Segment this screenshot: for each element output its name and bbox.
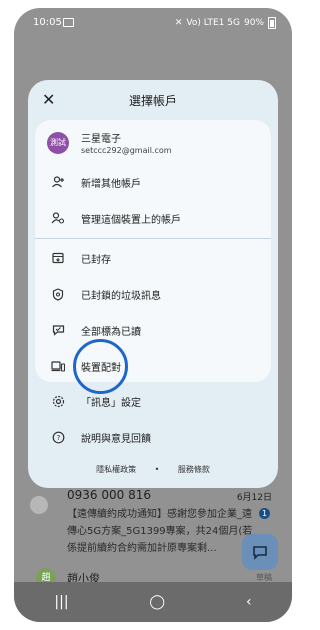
battery-icon: [268, 17, 276, 29]
archived-row[interactable]: 已封存: [35, 240, 271, 276]
divider: [35, 238, 271, 239]
start-chat-button[interactable]: [242, 534, 278, 570]
navigation-bar: ||| ◯ ‹: [14, 582, 292, 622]
chat-icon: [253, 546, 267, 560]
device-pairing-row[interactable]: 裝置配對: [35, 348, 271, 384]
archive-icon: [35, 252, 81, 264]
image-notification-icon: [63, 18, 74, 27]
help-feedback-label: 說明與意見回饋: [81, 433, 151, 445]
help-feedback-row[interactable]: ? 說明與意見回饋: [35, 420, 271, 454]
mark-all-read-row[interactable]: 全部標為已讀: [35, 312, 271, 348]
settings-row[interactable]: 「訊息」設定: [35, 384, 271, 418]
mark-all-read-label: 全部標為已讀: [81, 326, 141, 338]
account-card: 測試 三星電子 setccc292@gmail.com 新增其他帳戶 管理這個裝…: [35, 120, 271, 382]
blocked-spam-label: 已封鎖的垃圾訊息: [81, 290, 161, 302]
battery-text: 90%: [243, 18, 264, 28]
archived-label: 已封存: [81, 254, 111, 266]
dialog-title: 選擇帳戶: [128, 94, 177, 108]
account-email: setccc292@gmail.com: [81, 146, 172, 155]
settings-label: 「訊息」設定: [81, 397, 141, 409]
add-account-row[interactable]: 新增其他帳戶: [35, 164, 271, 200]
blocked-spam-row[interactable]: 已封鎖的垃圾訊息: [35, 276, 271, 312]
conversation-name[interactable]: 0936 000 816: [67, 488, 151, 502]
privacy-policy-link[interactable]: 隱私權政策: [96, 464, 136, 475]
status-right: ✕ Vo) LTE1 5G 90%: [175, 17, 276, 29]
dialog-footer: 隱私權政策 • 服務條款: [28, 464, 278, 475]
dialog-header: ✕ 選擇帳戶: [28, 80, 278, 120]
recent-apps-icon[interactable]: |||: [54, 594, 68, 610]
avatar[interactable]: [30, 496, 48, 514]
svg-text:?: ?: [56, 434, 60, 442]
footer-separator: •: [154, 465, 160, 474]
help-icon: ?: [35, 431, 81, 444]
conversation-date: 6月12日: [236, 493, 272, 503]
unread-badge: 1: [259, 508, 270, 519]
home-icon[interactable]: ◯: [149, 594, 165, 610]
gear-icon: [35, 395, 81, 408]
avatar: 測試: [47, 132, 69, 154]
manage-accounts-row[interactable]: 管理這個裝置上的帳戶: [35, 200, 271, 236]
manage-accounts-label: 管理這個裝置上的帳戶: [81, 214, 181, 226]
back-icon[interactable]: ‹: [246, 594, 252, 610]
account-chooser-dialog: ✕ 選擇帳戶 測試 三星電子 setccc292@gmail.com 新增其他帳…: [28, 80, 278, 488]
account-name: 三星電子: [81, 134, 121, 145]
mute-icon: ✕: [174, 18, 183, 28]
add-person-icon: [35, 176, 81, 188]
conversation-preview[interactable]: 【遠傳續約成功通知】感謝您參加企業_遠傳心5G方案_5G1399專案，共24個月…: [67, 506, 257, 557]
mark-read-icon: [35, 324, 81, 336]
signal-text: Vo) LTE1 5G: [186, 18, 240, 28]
status-bar: 10:05 ✕ Vo) LTE1 5G 90%: [14, 8, 292, 36]
terms-of-service-link[interactable]: 服務條款: [178, 464, 210, 475]
manage-accounts-icon: [35, 212, 81, 224]
highlight-ring: [73, 339, 128, 394]
shield-icon: [35, 287, 81, 301]
add-account-label: 新增其他帳戶: [81, 178, 141, 190]
status-time: 10:05: [33, 17, 62, 28]
